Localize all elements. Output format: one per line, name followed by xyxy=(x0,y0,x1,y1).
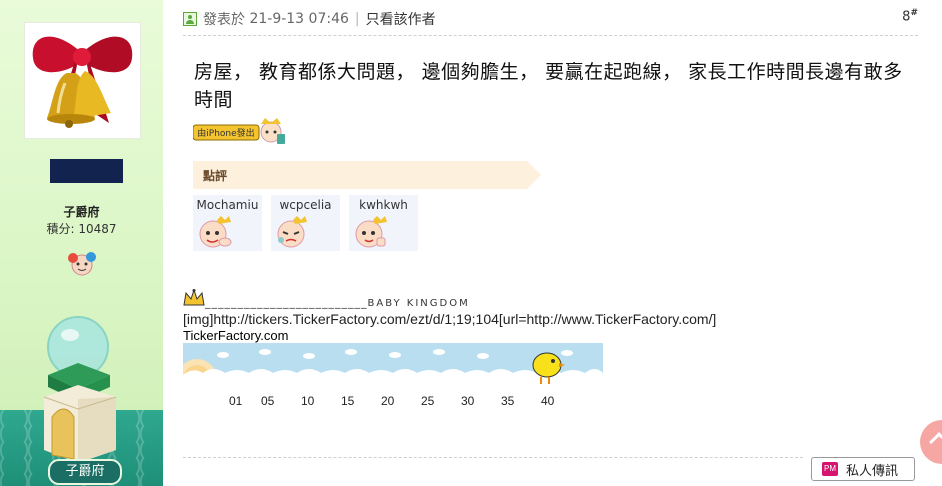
post-date: 21-9-13 07:46 xyxy=(249,11,349,27)
crown-icon xyxy=(183,288,205,311)
tick-label: 35 xyxy=(501,394,515,408)
rater-item[interactable]: kwhkwh xyxy=(349,195,418,251)
rating-title: 點評 xyxy=(203,169,228,183)
floor-number[interactable]: 8# xyxy=(902,8,918,24)
post-meta: 發表於 21-9-13 07:46 | 只看該作者 xyxy=(183,6,436,32)
only-author-link[interactable]: 只看該作者 xyxy=(366,9,436,29)
tick-label: 30 xyxy=(461,394,475,408)
tick-label: 25 xyxy=(421,394,435,408)
rater-item[interactable]: wcpcelia xyxy=(271,195,340,251)
author-points: 積分: 10487 xyxy=(46,222,117,236)
pm-icon: PM xyxy=(822,462,838,476)
tick-label: 10 xyxy=(301,394,315,408)
rank-bar xyxy=(50,159,123,183)
rater-name[interactable]: Mochamiu xyxy=(193,198,262,212)
tick-label: 01 xyxy=(229,394,243,408)
rank-tower-icon xyxy=(30,305,130,465)
tick-label: 40 xyxy=(541,394,555,408)
author-sidebar: 子爵府 積分: 10487 子爵府 xyxy=(0,0,163,486)
private-message-button[interactable]: PM 私人傳訊 xyxy=(811,457,915,481)
online-user-icon xyxy=(183,12,197,26)
baby-emoticon-icon xyxy=(199,216,232,248)
rater-name[interactable]: kwhkwh xyxy=(349,198,418,212)
baby-emoticon-icon xyxy=(277,216,307,248)
ticker-image[interactable] xyxy=(183,343,603,387)
tick-label: 05 xyxy=(261,394,275,408)
author-name[interactable]: 子爵府 xyxy=(0,203,163,220)
tick-label: 20 xyxy=(381,394,395,408)
rater-name[interactable]: wcpcelia xyxy=(271,198,340,212)
footer-divider xyxy=(183,457,803,458)
rater-list: Mochamiu wcpcelia kwhkwh xyxy=(193,195,418,251)
signature-underline: _________________________ xyxy=(205,296,368,309)
ticker-label: TickerFactory.com xyxy=(183,328,289,343)
post-body: 發表於 21-9-13 07:46 | 只看該作者 8# 房屋， 教育都係大問題… xyxy=(163,0,942,486)
header-divider xyxy=(183,35,918,36)
medal-icon xyxy=(67,250,97,278)
meta-prefix: 發表於 xyxy=(203,12,245,28)
iphone-badge: 由iPhone發出 xyxy=(192,118,289,146)
iphone-badge-text: 由iPhone發出 xyxy=(197,127,254,139)
floor-mark: # xyxy=(910,8,918,18)
private-message-label: 私人傳訊 xyxy=(846,463,899,479)
rank-tag: 子爵府 xyxy=(48,459,122,485)
rating-header: 點評 xyxy=(193,161,541,189)
post-message: 房屋， 教育都係大問題， 邊個夠膽生， 要贏在起跑線， 家長工作時間長邊有敢多時… xyxy=(194,61,903,111)
signature-line: _________________________BABY KINGDOM xyxy=(205,296,470,309)
meta-separator: | xyxy=(354,11,360,27)
avatar[interactable] xyxy=(24,22,141,139)
ticker-scale: 01 05 10 15 20 25 30 35 40 xyxy=(183,394,603,410)
baby-emoticon-icon xyxy=(355,216,387,248)
rater-item[interactable]: Mochamiu xyxy=(193,195,262,251)
signature-kingdom: BABY KINGDOM xyxy=(367,298,470,309)
tick-label: 15 xyxy=(341,394,355,408)
signature-img-text: [img]http://tickers.TickerFactory.com/ez… xyxy=(183,311,717,327)
